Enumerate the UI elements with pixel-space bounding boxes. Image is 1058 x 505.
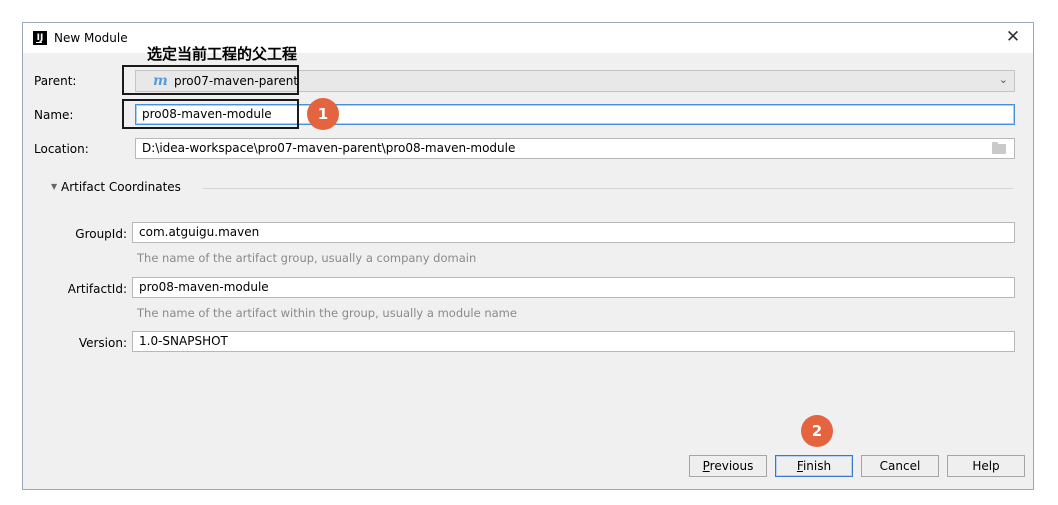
- parent-label: Parent:: [34, 74, 77, 88]
- name-highlight-box: [122, 99, 299, 129]
- chevron-down-icon[interactable]: ⌄: [999, 73, 1008, 86]
- annotation-title: 选定当前工程的父工程: [147, 45, 298, 63]
- artifact-coordinates-label[interactable]: Artifact Coordinates: [61, 180, 189, 194]
- name-label: Name:: [34, 108, 74, 122]
- artifact-coordinates-section: ▼ Artifact Coordinates: [51, 180, 1013, 196]
- location-value: D:\idea-workspace\pro07-maven-parent\pro…: [142, 141, 516, 155]
- step-badge-1: 1: [307, 98, 339, 130]
- window-title: New Module: [54, 31, 128, 45]
- finish-button[interactable]: Finish: [775, 455, 853, 477]
- step-badge-2: 2: [801, 415, 833, 447]
- cancel-button[interactable]: Cancel: [861, 455, 939, 477]
- artifactid-hint: The name of the artifact within the grou…: [137, 306, 517, 320]
- groupid-hint: The name of the artifact group, usually …: [137, 251, 477, 265]
- version-field[interactable]: 1.0-SNAPSHOT: [132, 331, 1015, 352]
- groupid-field[interactable]: com.atguigu.maven: [132, 222, 1015, 243]
- parent-highlight-box: [122, 65, 299, 95]
- collapse-triangle-icon[interactable]: ▼: [51, 182, 57, 191]
- help-button[interactable]: Help: [947, 455, 1025, 477]
- close-icon[interactable]: ✕: [1003, 27, 1023, 47]
- section-divider: [203, 188, 1013, 189]
- groupid-label: GroupId:: [75, 227, 127, 241]
- new-module-dialog: IJ New Module ✕ 选定当前工程的父工程 Parent: m pro…: [22, 22, 1034, 490]
- location-label: Location:: [34, 142, 89, 156]
- previous-button[interactable]: Previous: [689, 455, 767, 477]
- artifactid-label: ArtifactId:: [67, 282, 127, 296]
- intellij-app-icon: IJ: [33, 31, 47, 45]
- artifactid-field[interactable]: pro08-maven-module: [132, 277, 1015, 298]
- location-field[interactable]: D:\idea-workspace\pro07-maven-parent\pro…: [135, 138, 1015, 159]
- version-label: Version:: [78, 336, 127, 350]
- folder-icon[interactable]: [992, 142, 1006, 154]
